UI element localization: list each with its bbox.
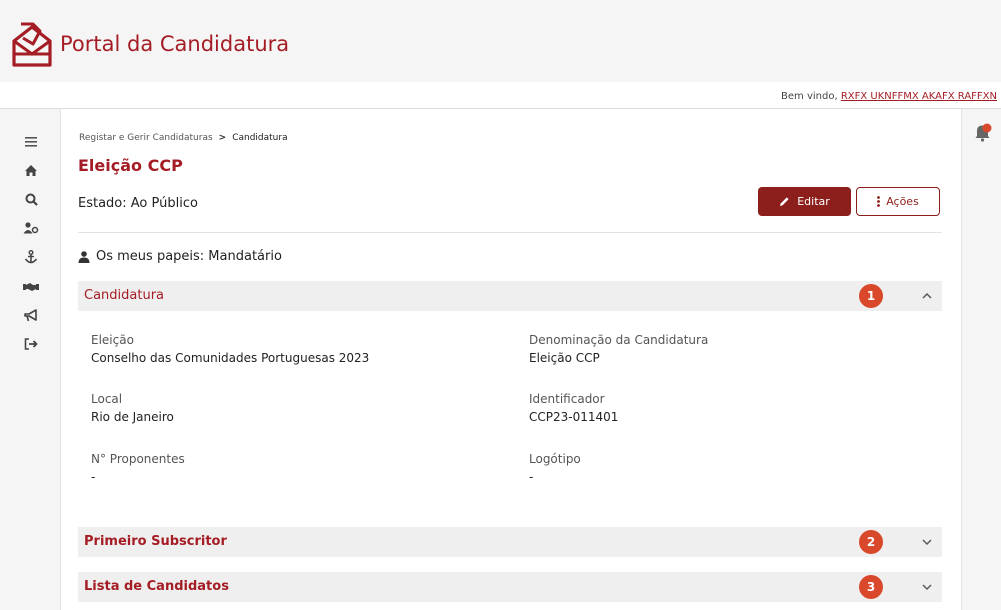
breadcrumb-current: Candidatura xyxy=(232,133,288,143)
section-primeiro-subscritor-header[interactable]: Primeiro Subscritor 2 xyxy=(78,527,942,557)
home-icon[interactable] xyxy=(20,159,42,181)
breadcrumb: Registar e Gerir Candidaturas > Candidatur… xyxy=(79,133,288,143)
chevron-up-icon xyxy=(922,293,932,299)
logotipo-value: - xyxy=(529,470,534,484)
identificador-value: CCP23-011401 xyxy=(529,410,619,424)
chevron-down-icon xyxy=(922,539,932,545)
section-title: Lista de Candidatos xyxy=(84,579,229,594)
local-value: Rio de Janeiro xyxy=(91,410,174,424)
denominacao-value: Eleição CCP xyxy=(529,351,600,365)
identificador-label: Identificador xyxy=(529,392,605,406)
eleicao-value: Conselho das Comunidades Portuguesas 202… xyxy=(91,351,370,365)
edit-button-label: Editar xyxy=(797,195,830,208)
welcome-text: Bem vindo, xyxy=(781,91,841,102)
megaphone-icon[interactable] xyxy=(20,304,42,326)
proponentes-label: N° Proponentes xyxy=(91,452,185,466)
step-badge: 2 xyxy=(859,530,883,554)
app-header: Portal da Candidatura xyxy=(0,0,1001,82)
eleicao-label: Eleição xyxy=(91,333,134,347)
handshake-icon[interactable] xyxy=(20,275,42,297)
welcome-message: Bem vindo, RXFX UKNFFMX AKAFX RAFFXN xyxy=(781,91,997,102)
vertical-dots-icon xyxy=(877,196,881,207)
page-title: Eleição CCP xyxy=(78,156,183,175)
step-badge: 1 xyxy=(859,284,883,308)
search-icon[interactable] xyxy=(20,188,42,210)
user-link[interactable]: RXFX UKNFFMX AKAFX RAFFXN xyxy=(841,91,997,102)
section-title: Candidatura xyxy=(84,288,165,303)
section-candidatura-header[interactable]: Candidatura 1 xyxy=(78,281,942,311)
roles-label: Os meus papeis: Mandatário xyxy=(96,249,282,264)
welcome-bar: Bem vindo, RXFX UKNFFMX AKAFX RAFFXN xyxy=(0,82,1001,109)
app-title: Portal da Candidatura xyxy=(60,32,290,56)
main-content: Registar e Gerir Candidaturas > Candidatur… xyxy=(61,109,960,610)
menu-icon[interactable] xyxy=(20,131,42,153)
ballot-box-logo xyxy=(12,22,52,67)
step-badge: 3 xyxy=(859,575,883,599)
section-lista-candidatos-header[interactable]: Lista de Candidatos 3 xyxy=(78,572,942,602)
roles-text: Os meus papeis: Mandatário xyxy=(78,249,282,264)
user-icon xyxy=(78,250,90,263)
right-bar xyxy=(961,109,1001,610)
section-title: Primeiro Subscritor xyxy=(84,534,227,549)
bell-icon[interactable] xyxy=(972,121,994,143)
breadcrumb-separator: > xyxy=(218,133,227,143)
actions-button[interactable]: Ações xyxy=(856,187,940,216)
anchor-icon[interactable] xyxy=(20,246,42,268)
logotipo-label: Logótipo xyxy=(529,452,581,466)
local-label: Local xyxy=(91,392,123,406)
breadcrumb-parent-link[interactable]: Registar e Gerir Candidaturas xyxy=(79,133,213,143)
sidebar xyxy=(0,109,61,610)
divider xyxy=(78,232,942,233)
actions-button-label: Ações xyxy=(886,195,919,208)
edit-button[interactable]: Editar xyxy=(758,187,851,216)
status-text: Estado: Ao Público xyxy=(78,196,198,211)
denominacao-label: Denominação da Candidatura xyxy=(529,333,709,347)
chevron-down-icon xyxy=(922,584,932,590)
pencil-icon xyxy=(780,197,789,206)
users-icon[interactable] xyxy=(20,217,42,239)
logout-icon[interactable] xyxy=(20,333,42,355)
proponentes-value: - xyxy=(91,470,96,484)
